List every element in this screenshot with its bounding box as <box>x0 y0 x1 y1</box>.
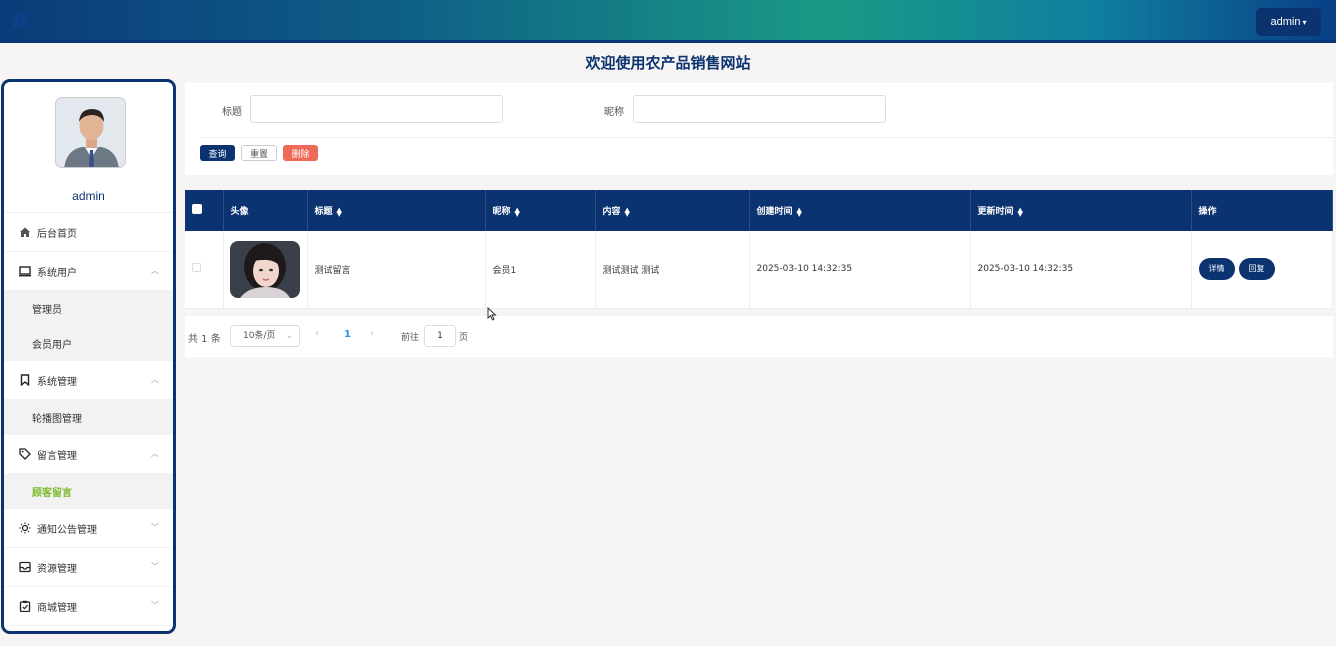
nickname-filter-label: 昵称 <box>604 107 624 118</box>
goto-label: 前往 <box>401 333 420 343</box>
sidebar-item-label: 商城管理 <box>37 602 77 614</box>
sidebar-item-label: 留言管理 <box>37 450 77 462</box>
chevron-down-icon: ⌄ <box>286 331 293 340</box>
reset-button[interactable]: 重置 <box>241 145 277 161</box>
sidebar-subitem-members[interactable]: 会员用户 <box>4 326 173 361</box>
message-avatar-image <box>229 240 300 298</box>
sidebar-menu: 后台首页 系统用户 ︿ 管理员 会员用户 系统管理 ︿ 轮播图管理 留言管理 ︿… <box>4 212 173 626</box>
sidebar-subitem-carousel[interactable]: 轮播图管理 <box>4 400 173 435</box>
user-menu-button[interactable]: admin ▾ <box>1256 8 1321 36</box>
avatar <box>55 97 126 168</box>
table-header-row: 头像 标题 ▲ ▼ 昵称 ▲ ▼ 内容 ▲ ▼ 创建时间 ▲ ▼ 更新时间 ▲ ▼ 操作 <box>185 190 1333 231</box>
column-header-label: 标题 <box>314 207 333 217</box>
nickname-filter-input[interactable] <box>633 95 886 123</box>
sort-icon[interactable]: ▲ ▼ <box>797 206 802 217</box>
chevron-up-icon: ︿ <box>151 449 159 458</box>
sidebar-item-system-management[interactable]: 系统管理 ︿ <box>4 361 173 400</box>
column-header-label: 内容 <box>602 207 621 217</box>
chevron-down-icon: ﹀ <box>151 601 159 610</box>
column-header-label: 操作 <box>1198 207 1217 217</box>
sun-icon <box>19 522 31 534</box>
prev-page-icon[interactable]: ‹ <box>315 328 319 339</box>
sidebar-username: admin <box>72 189 105 203</box>
column-header-label: 创建时间 <box>756 207 793 217</box>
page-number-current[interactable]: 1 <box>344 329 351 340</box>
sidebar-item-label: 资源管理 <box>37 563 77 575</box>
pagination-total: 共 1 条 <box>188 334 221 345</box>
message-table: 头像 标题 ▲ ▼ 昵称 ▲ ▼ 内容 ▲ ▼ 创建时间 ▲ ▼ 更新时间 ▲ ▼ 操作 <box>185 190 1333 309</box>
avatar-cell <box>223 231 308 309</box>
sidebar-item-label: 通知公告管理 <box>37 524 97 536</box>
grid-menu-icon[interactable] <box>13 14 27 28</box>
top-bar: admin ▾ <box>0 0 1336 43</box>
row-select-cell <box>185 231 224 309</box>
chevron-down-icon: ﹀ <box>151 523 159 532</box>
chevron-down-icon: ﹀ <box>151 562 159 571</box>
inbox-icon <box>19 561 31 573</box>
column-header-actions: 操作 <box>1191 190 1333 231</box>
sidebar: admin 后台首页 系统用户 ︿ 管理员 会员用户 系统管理 ︿ 轮播图管理 … <box>1 79 176 634</box>
user-menu-label: admin <box>1270 16 1301 28</box>
column-header-label: 头像 <box>230 207 249 217</box>
next-page-icon[interactable]: › <box>370 328 374 339</box>
sort-icon[interactable]: ▲ ▼ <box>1018 206 1023 217</box>
actions-cell: 详情 回复 <box>1191 231 1333 309</box>
sidebar-item-label: 系统用户 <box>37 267 77 279</box>
sidebar-item-dashboard[interactable]: 后台首页 <box>4 213 173 252</box>
monitor-icon <box>19 266 31 277</box>
mouse-cursor-icon <box>487 307 497 321</box>
pagination: 共 1 条 10条/页 ⌄ ‹ 1 › 前往 1 页 <box>185 316 1333 357</box>
chevron-up-icon: ︿ <box>151 375 159 384</box>
sidebar-subitem-customer-messages[interactable]: 顾客留言 <box>4 474 173 509</box>
sidebar-item-messages[interactable]: 留言管理 ︿ <box>4 435 173 474</box>
sidebar-item-resources[interactable]: 资源管理 ﹀ <box>4 548 173 587</box>
column-header-nickname[interactable]: 昵称 ▲ ▼ <box>485 190 596 231</box>
row-checkbox[interactable] <box>192 263 201 273</box>
created-time-cell: 2025-03-10 14:32:35 <box>749 231 971 309</box>
sidebar-item-notices[interactable]: 通知公告管理 ﹀ <box>4 509 173 548</box>
table-row: 测试留言 会员1 测试测试 测试 2025-03-10 14:32:35 202… <box>185 231 1333 309</box>
select-all-header <box>185 190 224 231</box>
column-header-label: 昵称 <box>492 207 511 217</box>
content-cell: 测试测试 测试 <box>595 231 750 309</box>
page-size-select[interactable]: 10条/页 ⌄ <box>230 325 300 347</box>
title-filter-input[interactable] <box>250 95 503 123</box>
search-panel: 标题 昵称 查询 重置 删除 <box>185 83 1333 175</box>
detail-button[interactable]: 详情 <box>1198 258 1235 281</box>
page-size-value: 10条/页 <box>243 331 276 341</box>
select-all-checkbox[interactable] <box>192 204 202 214</box>
column-header-content[interactable]: 内容 ▲ ▼ <box>595 190 750 231</box>
sidebar-item-label: 后台首页 <box>37 228 77 240</box>
column-header-title[interactable]: 标题 ▲ ▼ <box>307 190 486 231</box>
reply-button[interactable]: 回复 <box>1238 258 1275 281</box>
sort-icon[interactable]: ▲ ▼ <box>625 206 630 217</box>
query-button[interactable]: 查询 <box>200 145 235 161</box>
clipboard-icon <box>19 600 31 612</box>
goto-page-input[interactable]: 1 <box>424 325 456 347</box>
sidebar-item-shop[interactable]: 商城管理 ﹀ <box>4 587 173 626</box>
tag-icon <box>19 448 31 460</box>
goto-unit-label: 页 <box>459 333 469 343</box>
column-header-avatar: 头像 <box>223 190 308 231</box>
sidebar-item-system-users[interactable]: 系统用户 ︿ <box>4 252 173 291</box>
divider <box>200 137 1333 138</box>
delete-button[interactable]: 删除 <box>283 145 318 161</box>
column-header-created[interactable]: 创建时间 ▲ ▼ <box>749 190 971 231</box>
sort-icon[interactable]: ▲ ▼ <box>337 206 342 217</box>
chevron-up-icon: ︿ <box>151 266 159 275</box>
nickname-cell: 会员1 <box>485 231 596 309</box>
title-filter-label: 标题 <box>222 107 242 118</box>
home-icon <box>20 227 30 237</box>
column-header-updated[interactable]: 更新时间 ▲ ▼ <box>970 190 1192 231</box>
title-cell: 测试留言 <box>307 231 486 309</box>
sort-icon[interactable]: ▲ ▼ <box>515 206 520 217</box>
sidebar-subitem-admins[interactable]: 管理员 <box>4 291 173 326</box>
page-title: 欢迎使用农产品销售网站 <box>585 54 751 72</box>
sidebar-item-label: 系统管理 <box>37 376 77 388</box>
updated-time-cell: 2025-03-10 14:32:35 <box>970 231 1192 309</box>
bookmark-icon <box>20 374 30 386</box>
chevron-down-icon: ▾ <box>1302 17 1307 27</box>
column-header-label: 更新时间 <box>977 207 1014 217</box>
